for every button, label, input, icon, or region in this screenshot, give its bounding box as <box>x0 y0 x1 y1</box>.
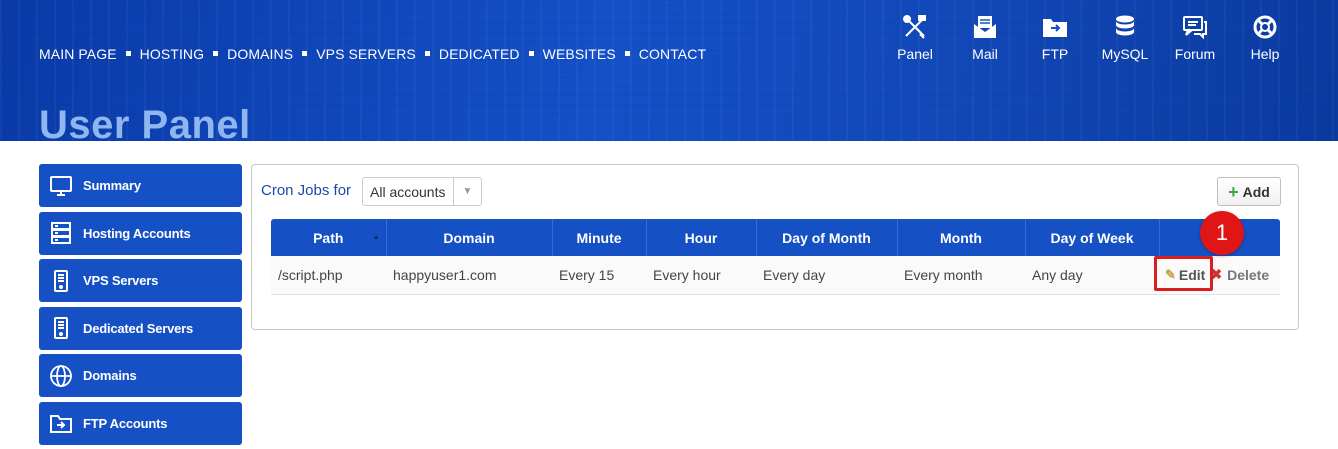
sidebar-item-label: Domains <box>83 368 137 383</box>
cell-day-of-week: Any day <box>1025 256 1159 295</box>
cell-hour: Every hour <box>646 256 756 295</box>
row-actions: ✎ Edit ✖ Delete <box>1162 264 1280 286</box>
nav-websites[interactable]: WEBSITES <box>543 46 616 62</box>
ftp-folder-icon <box>39 411 83 435</box>
forum-icon <box>1183 16 1207 40</box>
quick-link-mail[interactable]: Mail <box>950 14 1020 62</box>
server-tower-icon <box>39 269 83 293</box>
column-header-month[interactable]: Month <box>897 219 1026 256</box>
top-navigation: MAIN PAGE HOSTING DOMAINS VPS SERVERS DE… <box>39 46 706 62</box>
nav-contact[interactable]: CONTACT <box>639 46 706 62</box>
nav-separator <box>302 50 308 56</box>
tools-icon <box>903 15 926 39</box>
step-number-badge: 1 <box>1200 211 1244 255</box>
chevron-down-icon: ▼ <box>453 178 481 205</box>
pencil-icon: ✎ <box>1165 266 1176 282</box>
delete-label: Delete <box>1227 266 1270 283</box>
cell-path: /script.php <box>271 256 386 295</box>
sidebar-item-summary[interactable]: Summary <box>39 164 242 207</box>
quick-link-label: MySQL <box>1101 46 1149 62</box>
table-row: /script.php happyuser1.com Every 15 Ever… <box>271 256 1280 295</box>
quick-link-help[interactable]: Help <box>1230 14 1300 62</box>
quick-link-panel[interactable]: Panel <box>880 14 950 62</box>
cell-minute: Every 15 <box>552 256 646 295</box>
sidebar-item-hosting-accounts[interactable]: Hosting Accounts <box>39 211 242 255</box>
nav-vps-servers[interactable]: VPS SERVERS <box>316 46 416 62</box>
nav-separator <box>528 50 534 56</box>
quick-link-label: Panel <box>897 46 933 62</box>
edit-button[interactable]: ✎ Edit <box>1162 264 1208 286</box>
cron-jobs-table: Path ▲ Domain Minute Hour Day of Month Mo… <box>271 219 1280 295</box>
column-header-day-of-month[interactable]: Day of Month <box>756 219 898 256</box>
nav-separator <box>213 50 219 56</box>
server-rack-icon <box>39 221 83 245</box>
account-select[interactable]: All accounts ▼ <box>362 177 482 206</box>
sidebar-item-ftp-accounts[interactable]: FTP Accounts <box>39 401 242 445</box>
nav-separator <box>125 50 131 56</box>
monitor-icon <box>39 174 83 198</box>
column-header-domain[interactable]: Domain <box>386 219 553 256</box>
sort-ascending-icon: ▲ <box>372 234 380 241</box>
server-tower-icon <box>39 316 83 340</box>
sidebar-item-vps-servers[interactable]: VPS Servers <box>39 259 242 302</box>
nav-domains[interactable]: DOMAINS <box>227 46 293 62</box>
edit-label: Edit <box>1178 266 1206 283</box>
nav-hosting[interactable]: HOSTING <box>140 46 204 62</box>
mail-icon <box>974 16 996 38</box>
cell-day-of-month: Every day <box>756 256 897 295</box>
cell-domain: happyuser1.com <box>386 256 552 295</box>
sidebar-item-label: Dedicated Servers <box>83 320 194 336</box>
nav-separator <box>424 50 430 56</box>
cron-jobs-label: Cron Jobs for <box>261 182 352 199</box>
database-icon <box>1116 15 1134 36</box>
column-header-hour[interactable]: Hour <box>646 219 757 256</box>
quick-link-ftp[interactable]: FTP <box>1020 14 1090 62</box>
table-header-row: Path ▲ Domain Minute Hour Day of Month Mo… <box>271 219 1280 256</box>
nav-main-page[interactable]: MAIN PAGE <box>39 46 117 62</box>
column-label: Path <box>313 229 344 246</box>
close-icon: ✖ <box>1210 266 1223 283</box>
quick-link-mysql[interactable]: MySQL <box>1090 14 1160 62</box>
sidebar-item-label: VPS Servers <box>83 273 159 288</box>
quick-link-label: Help <box>1250 46 1280 62</box>
nav-dedicated[interactable]: DEDICATED <box>439 46 520 62</box>
account-select-value: All accounts <box>370 183 446 200</box>
sidebar-item-domains[interactable]: Domains <box>39 354 242 397</box>
quick-links: Panel Mail FTP MySQL Forum Help <box>880 14 1300 62</box>
add-cron-button[interactable]: + Add <box>1217 177 1281 206</box>
quick-link-forum[interactable]: Forum <box>1160 14 1230 62</box>
sidebar: Summary Hosting Accounts VPS Servers Ded… <box>39 164 242 449</box>
sidebar-item-label: Summary <box>83 178 141 193</box>
column-header-minute[interactable]: Minute <box>552 219 647 256</box>
quick-link-label: Forum <box>1174 46 1216 62</box>
cell-actions: ✎ Edit ✖ Delete <box>1159 256 1280 295</box>
sidebar-item-label: Hosting Accounts <box>83 225 191 241</box>
delete-button[interactable]: ✖ Delete <box>1210 266 1269 283</box>
column-header-day-of-week[interactable]: Day of Week <box>1025 219 1160 256</box>
sidebar-item-label: FTP Accounts <box>83 415 168 431</box>
sidebar-item-dedicated-servers[interactable]: Dedicated Servers <box>39 306 242 350</box>
quick-link-label: FTP <box>1041 46 1069 62</box>
cell-month: Every month <box>897 256 1025 295</box>
lifebuoy-icon <box>1253 15 1277 39</box>
column-header-path[interactable]: Path ▲ <box>271 219 387 256</box>
ftp-folder-icon <box>1043 19 1067 37</box>
www-globe-icon <box>39 364 83 388</box>
page-title: User Panel <box>39 103 251 147</box>
nav-separator <box>624 50 630 56</box>
plus-icon: + <box>1228 181 1239 202</box>
cron-jobs-panel: Cron Jobs for All accounts ▼ + Add Path ▲… <box>251 164 1299 330</box>
add-button-label: Add <box>1242 183 1270 200</box>
quick-link-label: Mail <box>972 46 998 62</box>
